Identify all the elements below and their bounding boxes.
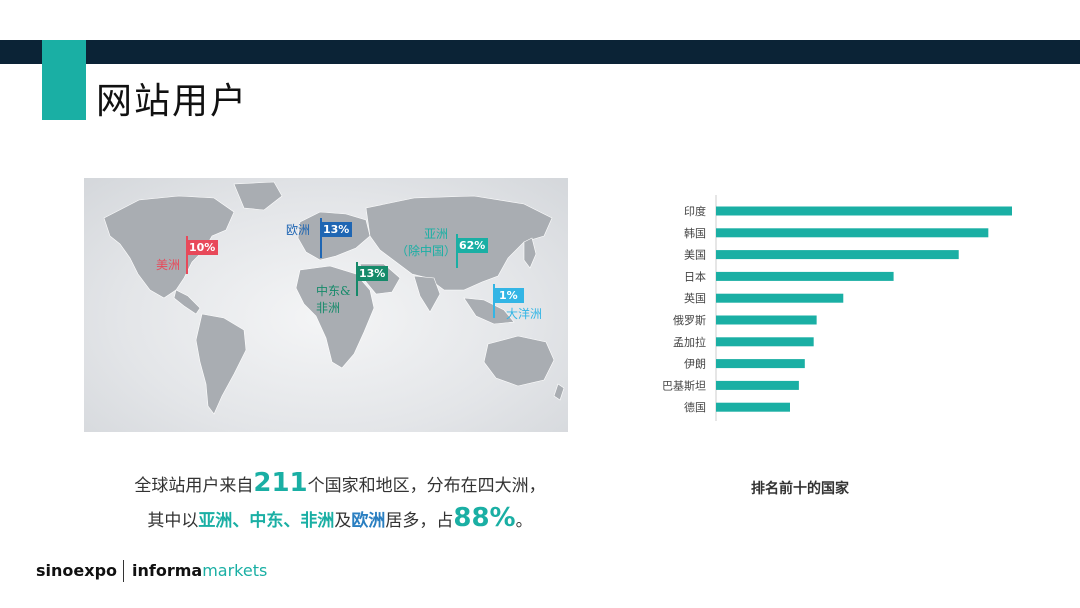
- category-label: 美国: [684, 249, 706, 262]
- europe-percent: 13%: [320, 222, 353, 237]
- header-bar: [0, 40, 1080, 64]
- category-label: 俄罗斯: [673, 314, 706, 327]
- summary-line-2: 其中以亚洲、中东、非洲及欧洲居多，占88%。: [0, 503, 680, 533]
- informa-markets-logo: informamarkets: [132, 561, 267, 580]
- bar: [716, 271, 894, 281]
- central-america-shape: [173, 289, 201, 315]
- americas-flag: 10%: [186, 236, 219, 274]
- markets-logo-text: markets: [202, 561, 268, 580]
- japan-shape: [523, 237, 537, 269]
- bar: [716, 228, 989, 238]
- europe-label: 欧洲: [286, 223, 311, 237]
- page-title: 网站用户: [96, 81, 249, 122]
- bar: [716, 359, 805, 369]
- bar: [716, 293, 844, 303]
- chart-caption: 排名前十的国家: [751, 481, 849, 497]
- summary-line1-suffix: 个国家和地区，分布在四大洲，: [307, 476, 546, 496]
- bar: [716, 380, 799, 390]
- top-countries-chart: 印度韩国美国日本英国俄罗斯孟加拉伊朗巴基斯坦德国: [662, 195, 1012, 421]
- oceania-percent: 1%: [493, 288, 524, 303]
- oceania-flag: 1%: [493, 284, 524, 318]
- asia-flag: 62%: [456, 234, 489, 268]
- new-zealand-shape: [553, 383, 565, 401]
- europe-flag: 13%: [320, 218, 353, 258]
- summary-line-1: 全球站用户来自211个国家和地区，分布在四大洲，: [0, 468, 680, 498]
- asia-label: 亚洲 （除中国）: [396, 226, 456, 260]
- bar: [716, 206, 1012, 216]
- americas-label: 美洲: [156, 258, 181, 272]
- asia-label-line1: 亚洲: [424, 227, 449, 241]
- mea-flag: 13%: [356, 262, 389, 296]
- category-label: 英国: [684, 291, 706, 305]
- category-label: 孟加拉: [673, 335, 706, 349]
- oceania-label: 大洋洲: [506, 307, 543, 321]
- mea-label: 中东& 非洲: [316, 283, 351, 317]
- category-label: 德国: [684, 400, 706, 414]
- category-label: 巴基斯坦: [662, 378, 706, 392]
- australia-shape: [483, 335, 555, 387]
- title-accent: [42, 40, 86, 120]
- bar: [716, 315, 817, 325]
- americas-percent: 10%: [186, 240, 219, 255]
- summary-line2-end: 。: [515, 511, 533, 531]
- mea-label-line2: 非洲: [316, 301, 341, 315]
- asia-percent: 62%: [456, 238, 489, 253]
- mea-percent: 13%: [356, 266, 389, 281]
- category-label: 伊朗: [684, 358, 706, 371]
- summary-country-count: 211: [253, 468, 308, 498]
- category-label: 韩国: [684, 226, 706, 240]
- summary-line1-prefix: 全球站用户来自: [134, 476, 254, 496]
- logo-divider: [123, 560, 124, 582]
- bar: [716, 402, 790, 412]
- africa-shape: [295, 265, 375, 369]
- bar: [716, 250, 959, 260]
- world-map: 10% 美洲 13% 欧洲 13% 中东& 非洲 62% 亚洲 （除中国） 1%…: [84, 178, 568, 432]
- bar: [716, 337, 814, 347]
- asia-label-line2: （除中国）: [396, 244, 457, 258]
- summary-share-percent: 88%: [453, 503, 516, 533]
- summary-highlight-regions: 亚洲、中东、非洲: [198, 511, 335, 531]
- informa-logo-text: informa: [132, 561, 203, 580]
- summary-line2-suffix: 居多，占: [385, 511, 454, 531]
- summary-line2-mid: 及: [334, 511, 352, 531]
- category-label: 印度: [684, 204, 706, 218]
- summary-line2-prefix: 其中以: [147, 511, 199, 531]
- mea-label-line1: 中东&: [316, 284, 351, 298]
- summary-highlight-europe: 欧洲: [351, 511, 386, 531]
- greenland-shape: [233, 181, 283, 211]
- category-label: 日本: [684, 269, 706, 283]
- sinoexpo-logo: sinoexpo: [36, 561, 118, 580]
- south-america-shape: [195, 313, 247, 415]
